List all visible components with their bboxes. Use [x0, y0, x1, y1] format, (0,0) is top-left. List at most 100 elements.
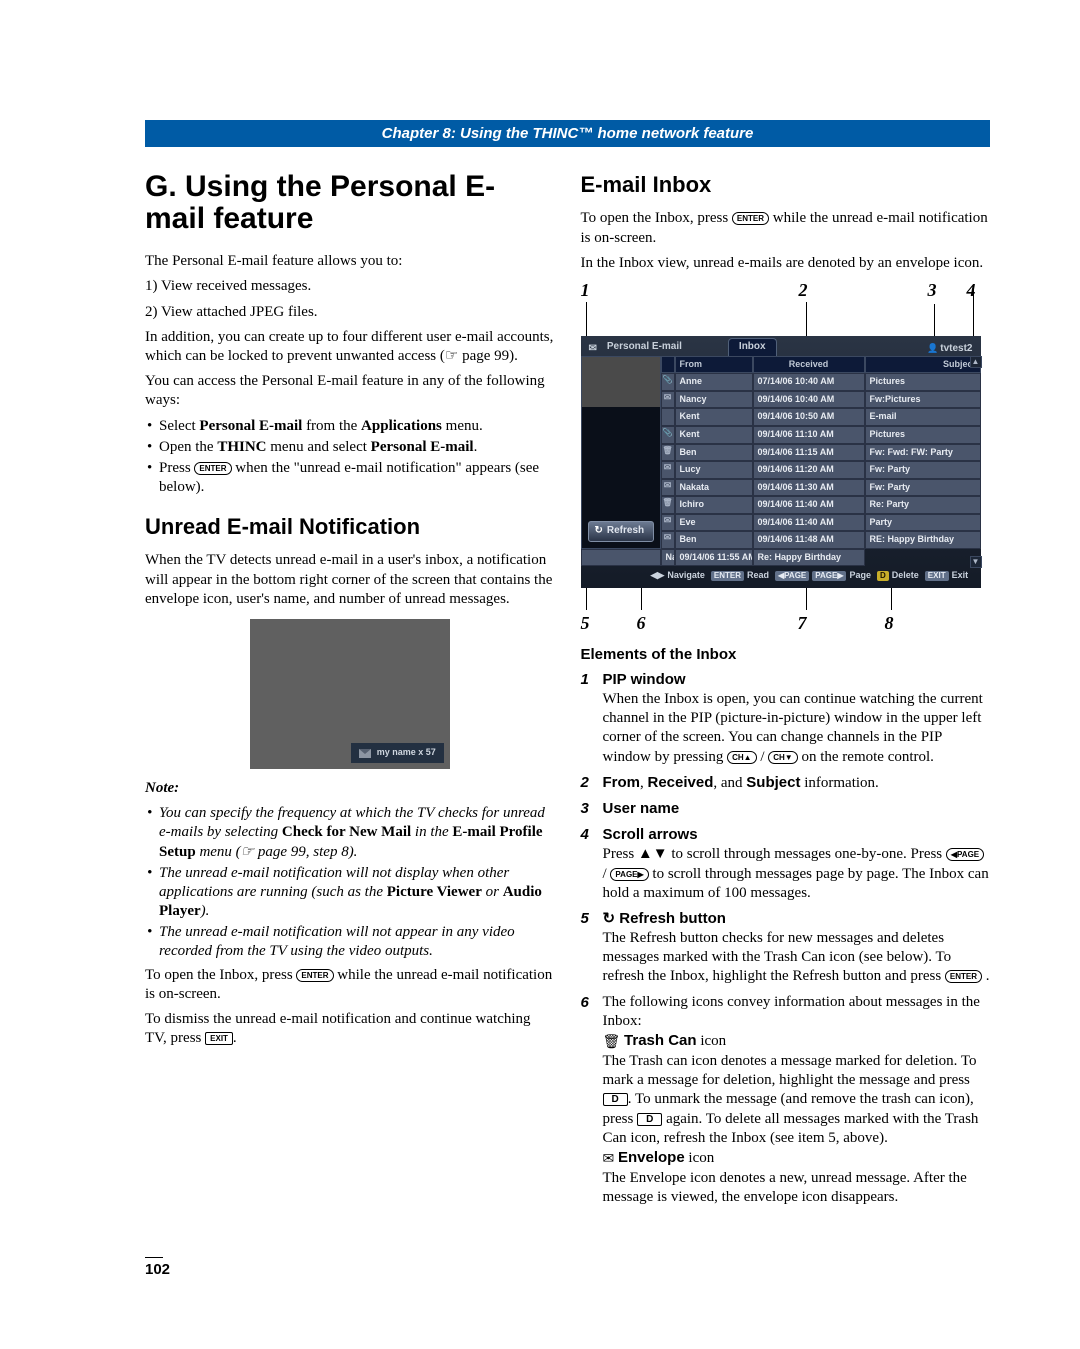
callout-7: 7 [798, 612, 807, 635]
page-left-key-icon: ◀PAGE [946, 848, 984, 861]
row-icon [661, 373, 675, 391]
row-subject: E-mail [865, 408, 981, 426]
enter-key-icon: ENTER [296, 969, 333, 982]
callout-2: 2 [799, 279, 808, 302]
row-from[interactable]: Ben [675, 444, 753, 462]
row-icon [661, 408, 675, 426]
row-from[interactable]: Nakata [675, 479, 753, 497]
inbox-view-para: In the Inbox view, unread e-mails are de… [581, 254, 991, 273]
row-subject: RE: Happy Birthday [865, 531, 981, 549]
row-subject: Fw: Party [865, 461, 981, 479]
open-inbox-instruction: To open the Inbox, press ENTER while the… [145, 966, 555, 1004]
callout-5: 5 [581, 612, 591, 635]
tv-screenshot-placeholder: my name x 57 [250, 619, 450, 769]
row-subject: Re: Happy Birthday [753, 549, 865, 567]
inbox-tab[interactable]: Inbox [728, 338, 777, 356]
enter-key-icon: ENTER [732, 212, 769, 225]
row-received: 09/14/06 11:10 AM [753, 426, 865, 444]
d-key-icon: D [603, 1093, 628, 1106]
row-subject: Party [865, 514, 981, 532]
col-received: Received [753, 356, 865, 374]
col-subject: Subject [865, 356, 981, 374]
item-1: 1 PIP window When the Inbox is open, you… [581, 670, 991, 767]
callout-8: 8 [885, 612, 894, 635]
notification-popup: my name x 57 [351, 743, 444, 763]
row-from[interactable]: Ichiro [675, 496, 753, 514]
unread-notification-para: When the TV detects unread e-mail in a u… [145, 551, 555, 609]
d-key-icon: D [637, 1113, 662, 1126]
row-subject: Pictures [865, 426, 981, 444]
row-icon [661, 461, 675, 479]
right-column: E-mail Inbox To open the Inbox, press EN… [581, 171, 991, 1213]
row-icon [661, 479, 675, 497]
pip-window: Refresh [581, 356, 661, 549]
enter-key-icon: ENTER [945, 970, 982, 983]
step-2: 2) View attached JPEG files. [145, 303, 555, 322]
dismiss-instruction: To dismiss the unread e-mail notificatio… [145, 1010, 555, 1048]
item-2: 2 From, Received, and Subject informatio… [581, 773, 991, 793]
row-icon [661, 514, 675, 532]
ch-down-icon: CH▼ [768, 751, 797, 764]
panel-title: Personal E-mail [601, 339, 688, 356]
note-3: The unread e-mail notification will not … [145, 923, 555, 961]
section-g-title: G. Using the Personal E-mail feature [145, 171, 555, 234]
envelope-icon [359, 749, 371, 758]
user-name-label: tvtest2 [927, 343, 980, 356]
row-subject: Fw:Pictures [865, 391, 981, 409]
row-icon [661, 391, 675, 409]
row-received: 09/14/06 11:30 AM [753, 479, 865, 497]
callout-1: 1 [581, 279, 587, 302]
page-right-key-icon: PAGE▶ [610, 868, 648, 881]
row-from[interactable]: Kent [675, 408, 753, 426]
note-label: Note: [145, 779, 555, 798]
callout-6: 6 [637, 612, 646, 635]
row-from[interactable]: Anne [675, 373, 753, 391]
enter-key-icon: ENTER [194, 462, 231, 475]
scroll-down-arrow[interactable] [970, 556, 982, 568]
para-access: You can access the Personal E-mail featu… [145, 372, 555, 410]
open-inbox-instruction-2: To open the Inbox, press ENTER while the… [581, 209, 991, 247]
row-from[interactable]: Ben [675, 531, 753, 549]
row-received: 07/14/06 10:40 AM [753, 373, 865, 391]
row-icon [661, 426, 675, 444]
step-1: 1) View received messages. [145, 277, 555, 296]
refresh-button[interactable]: Refresh [588, 521, 654, 542]
access-bullet-2: Open the THINC menu and select Personal … [145, 438, 555, 457]
row-subject: Pictures [865, 373, 981, 391]
row-from[interactable]: Lucy [675, 461, 753, 479]
note-1: You can specify the frequency at which t… [145, 804, 555, 862]
row-from[interactable]: Nancy [661, 549, 675, 567]
intro-text: The Personal E-mail feature allows you t… [145, 252, 555, 271]
notification-text: my name x 57 [377, 747, 436, 759]
row-subject: Fw: Party [865, 479, 981, 497]
item-6: 6 The following icons convey information… [581, 993, 991, 1208]
unread-notification-heading: Unread E-mail Notification [145, 513, 555, 541]
row-icon [581, 549, 661, 567]
col-from: From [675, 356, 753, 374]
chapter-banner: Chapter 8: Using the THINC™ home network… [145, 120, 990, 147]
row-icon [661, 496, 675, 514]
row-received: 09/14/06 11:55 AM [675, 549, 753, 567]
item-5: 5 ↻ Refresh button The Refresh button ch… [581, 909, 991, 987]
row-from[interactable]: Eve [675, 514, 753, 532]
row-received: 09/14/06 11:20 AM [753, 461, 865, 479]
row-received: 09/14/06 11:40 AM [753, 496, 865, 514]
mail-panel-icon: ✉ [581, 343, 601, 356]
row-received: 09/14/06 10:40 AM [753, 391, 865, 409]
row-received: 09/14/06 11:48 AM [753, 531, 865, 549]
row-from[interactable]: Nancy [675, 391, 753, 409]
row-icon [661, 531, 675, 549]
elements-heading: Elements of the Inbox [581, 645, 991, 664]
left-column: G. Using the Personal E-mail feature The… [145, 171, 555, 1213]
scroll-up-arrow[interactable] [970, 356, 982, 368]
row-from[interactable]: Kent [675, 426, 753, 444]
row-received: 09/14/06 10:50 AM [753, 408, 865, 426]
nav-arrows-icon: ◀▶ [651, 570, 665, 582]
row-subject: Re: Party [865, 496, 981, 514]
para-addition: In addition, you can create up to four d… [145, 328, 555, 366]
item-4: 4 Scroll arrows Press ▲▼ to scroll throu… [581, 825, 991, 903]
row-received: 09/14/06 11:15 AM [753, 444, 865, 462]
callout-4: 4 [967, 279, 976, 302]
email-inbox-heading: E-mail Inbox [581, 171, 991, 199]
note-2: The unread e-mail notification will not … [145, 864, 555, 922]
